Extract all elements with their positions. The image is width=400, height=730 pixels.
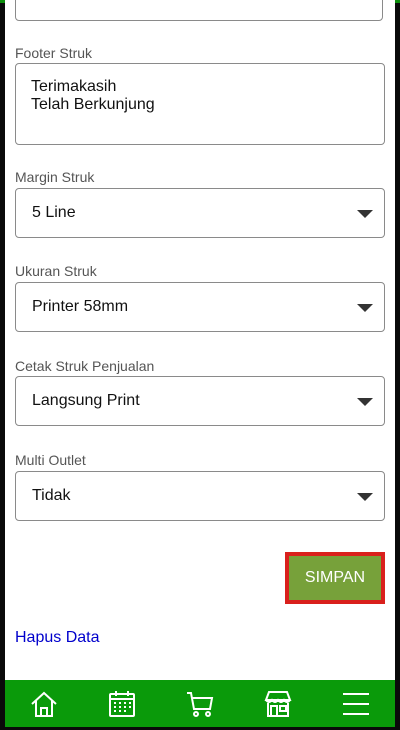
footer-struk-label: Footer Struk [15, 45, 93, 61]
margin-struk-value: 5 Line [32, 204, 76, 221]
chevron-down-icon [357, 304, 373, 312]
settings-form-screen: Footer Struk Terimakasih Telah Berkunjun… [5, 0, 395, 680]
nav-menu[interactable] [336, 684, 376, 724]
bottom-navigation [0, 680, 400, 730]
nav-calendar[interactable] [102, 684, 142, 724]
multi-outlet-label: Multi Outlet [15, 452, 86, 468]
ukuran-struk-value: Printer 58mm [32, 298, 129, 315]
nav-home[interactable] [24, 684, 64, 724]
ukuran-struk-select[interactable]: Printer 58mm [15, 282, 385, 332]
menu-icon [343, 692, 369, 715]
save-button[interactable]: SIMPAN [285, 552, 385, 604]
multi-outlet-select[interactable]: Tidak [15, 471, 385, 521]
cetak-struk-select[interactable]: Langsung Print [15, 376, 385, 426]
nav-cart[interactable] [180, 684, 220, 724]
chevron-down-icon [357, 493, 373, 501]
store-icon [264, 690, 292, 717]
home-icon [31, 691, 57, 717]
delete-data-link[interactable]: Hapus Data [15, 629, 100, 647]
footer-struk-textarea[interactable]: Terimakasih Telah Berkunjung [15, 63, 385, 145]
calendar-icon [109, 690, 135, 717]
cetak-struk-label: Cetak Struk Penjualan [15, 358, 155, 374]
previous-text-field[interactable] [15, 0, 383, 21]
multi-outlet-value: Tidak [32, 487, 71, 504]
cart-icon [187, 691, 214, 717]
chevron-down-icon [357, 210, 373, 218]
margin-struk-label: Margin Struk [15, 169, 95, 185]
nav-store[interactable] [258, 684, 298, 724]
ukuran-struk-label: Ukuran Struk [15, 263, 97, 279]
cetak-struk-value: Langsung Print [32, 392, 140, 409]
margin-struk-select[interactable]: 5 Line [15, 188, 385, 238]
chevron-down-icon [357, 398, 373, 406]
